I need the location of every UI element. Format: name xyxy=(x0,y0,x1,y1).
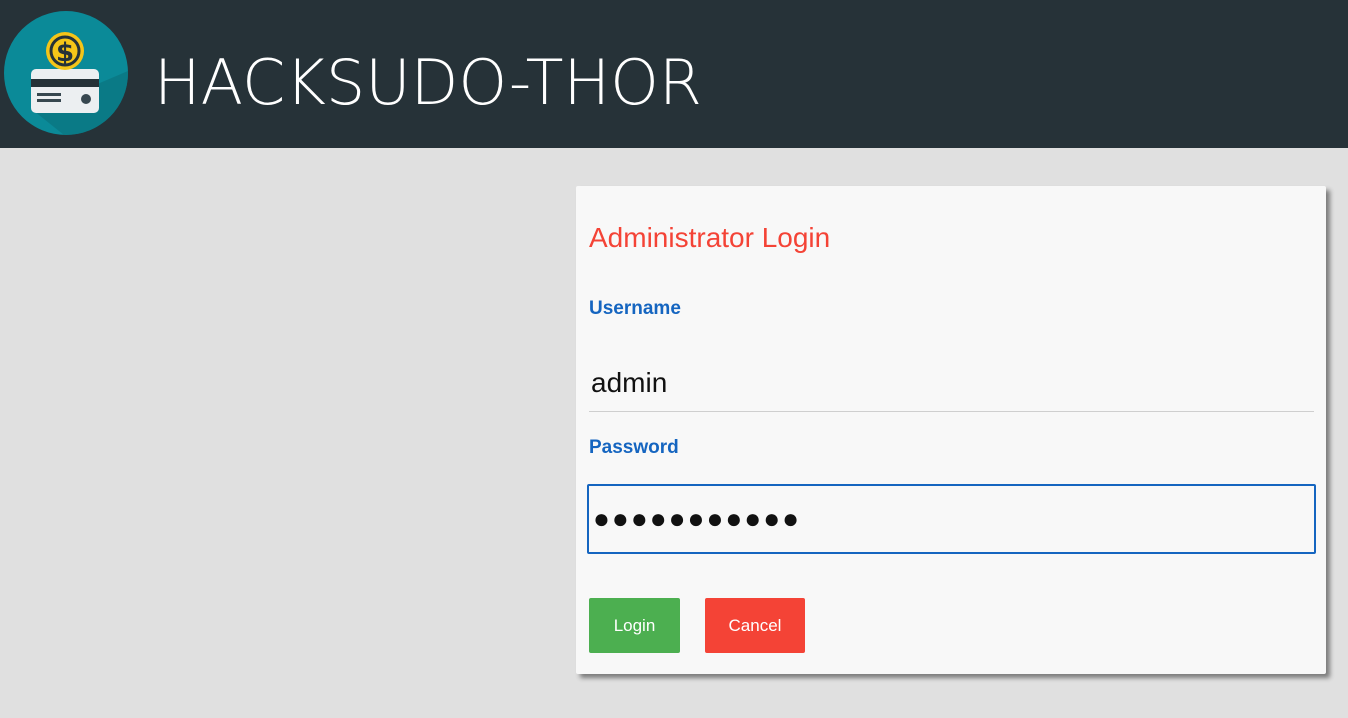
top-bar: $ HACKSUDO-THOR xyxy=(0,0,1348,148)
login-title: Administrator Login xyxy=(589,222,831,253)
login-card: Administrator Login Username Password Lo… xyxy=(576,186,1326,674)
cancel-button[interactable]: Cancel xyxy=(705,598,805,653)
password-field[interactable] xyxy=(587,484,1316,554)
username-field[interactable] xyxy=(589,354,1314,412)
username-label: Username xyxy=(589,298,681,319)
money-card-icon: $ xyxy=(4,11,128,135)
login-button[interactable]: Login xyxy=(589,598,680,653)
password-label: Password xyxy=(589,437,679,458)
svg-text:$: $ xyxy=(56,38,74,68)
site-title: HACKSUDO-THOR xyxy=(154,46,702,119)
